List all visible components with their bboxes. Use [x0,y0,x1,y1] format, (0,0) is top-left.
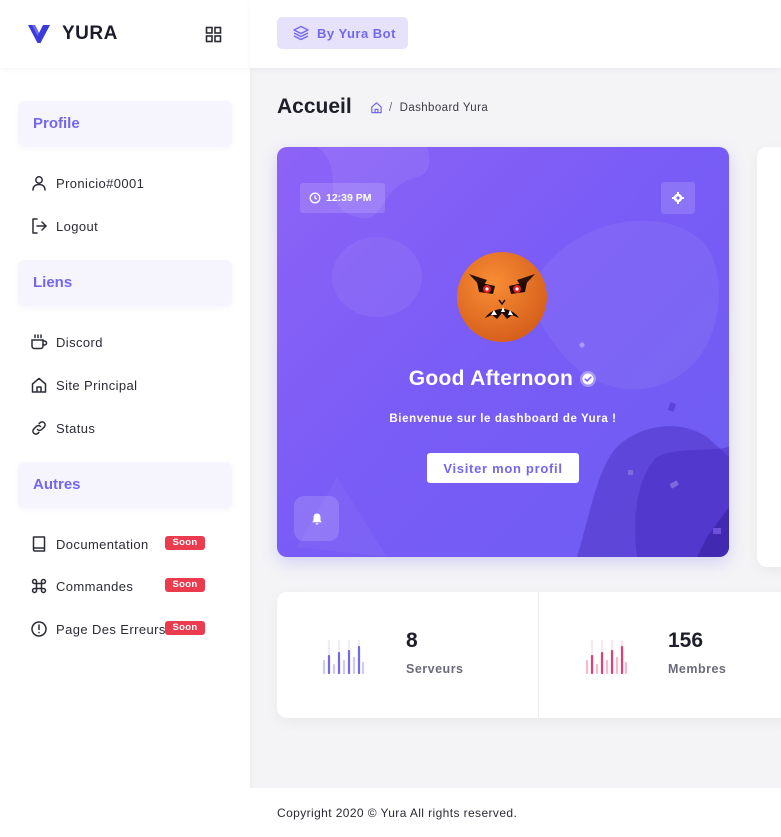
sidebar-item-profile-user[interactable]: Pronicio#0001 [30,172,144,194]
sidebar-item-commandes[interactable]: Commandes [30,575,133,597]
brand-name[interactable]: YURA [62,23,118,45]
welcome-text: Bienvenue sur le dashboard de Yura ! [389,413,617,425]
bar-chart-icon [322,639,365,675]
bar-chart-icon [585,639,628,675]
top-navbar: By Yura Bot [250,0,781,68]
home-icon [31,377,47,393]
stats-divider [538,592,539,718]
servers-count: 8 [406,629,418,652]
section-header-autres: Autres [18,462,232,508]
book-icon [32,536,46,552]
soon-badge: Soon [165,621,205,635]
current-time: 12:39 PM [326,192,372,204]
breadcrumb: / Dashboard Yura [370,101,488,114]
sidebar-item-label: Pronicio#0001 [56,175,145,191]
sidebar-item-label: Page Des Erreurs [56,621,166,637]
secondary-card-partial [757,147,781,567]
coffee-cup-icon [31,334,48,350]
sidebar-item-label: Documentation [56,536,149,552]
command-icon [31,578,47,594]
footer: Copyright 2020 © Yura All rights reserve… [250,788,781,837]
bell-icon [311,513,322,525]
greeting-text: Good Afternoon [408,367,574,390]
breadcrumb-current: Dashboard Yura [399,101,489,114]
settings-button[interactable] [661,182,695,214]
greeting-card: 12:39 PM Good Afternoon Bienvenue sur le… [277,147,729,557]
yura-logo-icon[interactable] [27,22,51,46]
section-header-profile: Profile [18,101,232,147]
by-yura-bot-button[interactable]: By Yura Bot [277,17,408,49]
time-chip: 12:39 PM [300,183,385,213]
sidebar-item-page-des-erreurs[interactable]: Page Des Erreurs [30,618,166,640]
soon-badge: Soon [165,536,205,550]
verified-badge-icon [580,371,597,387]
section-header-liens: Liens [18,260,232,306]
user-icon [32,176,46,191]
servers-label: Serveurs [406,662,464,676]
notifications-button[interactable] [294,496,339,541]
avatar[interactable] [457,252,547,342]
sidebar-item-label: Status [56,420,96,436]
page-title: Accueil [277,95,352,118]
sidebar-item-documentation[interactable]: Documentation [30,533,149,555]
logout-icon [32,218,47,234]
sidebar-item-discord[interactable]: Discord [30,331,103,353]
members-count: 156 [668,629,704,652]
greeting-title: Good Afternoon [277,367,729,391]
clock-icon [309,192,321,204]
sidebar-item-label: Logout [56,218,99,234]
visit-profile-button[interactable]: Visiter mon profil [427,453,579,483]
section-title: Liens [33,274,73,291]
link-icon [32,421,46,435]
sidebar-item-status[interactable]: Status [30,417,95,439]
bot-button-label: By Yura Bot [317,25,396,41]
sidebar-item-label: Commandes [56,578,134,594]
sidebar-item-logout[interactable]: Logout [30,215,98,237]
soon-badge: Soon [165,578,205,592]
section-title: Profile [33,115,80,132]
breadcrumb-separator: / [389,101,393,114]
sidebar: YURA Profile Pronicio#0001 Logout Liens … [0,0,250,837]
members-label: Membres [668,662,727,676]
layers-icon [293,25,309,41]
copyright-text: Copyright 2020 © Yura All rights reserve… [277,806,518,820]
home-icon[interactable] [370,101,383,114]
stats-card: 8 Serveurs 156 Membres [277,592,781,718]
section-title: Autres [33,476,81,493]
sidebar-item-site-principal[interactable]: Site Principal [30,374,137,396]
sidebar-item-label: Discord [56,334,103,350]
gear-icon [672,192,684,204]
grid-icon[interactable] [205,26,222,43]
alert-circle-icon [31,621,47,637]
sidebar-item-label: Site Principal [56,377,138,393]
brand-header: YURA [0,0,250,68]
